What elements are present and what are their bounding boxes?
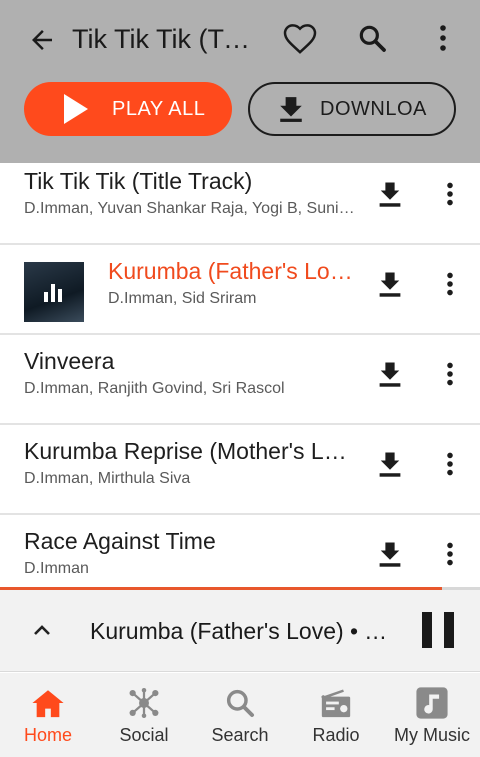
track-artists: D.Imman: [24, 560, 89, 577]
search-button[interactable]: [352, 18, 392, 58]
play-all-label: PLAY ALL: [112, 97, 206, 120]
track-title: Kurumba Reprise (Mother's Love): [24, 438, 358, 464]
track-row[interactable]: Kurumba Reprise (Mother's Love) D.Imman,…: [0, 425, 480, 515]
top-app-bar: Tik Tik Tik (Title Track): [0, 0, 480, 76]
album-header: Tik Tik Tik (Title Track) PLAY ALL DOWNL…: [0, 0, 480, 163]
arrow-left-icon: [32, 30, 52, 50]
now-playing-title: Kurumba (Father's Love) • Tik Tik Tik: [90, 618, 396, 644]
nav-label: Social: [119, 725, 169, 745]
mini-player[interactable]: Kurumba (Father's Love) • Tik Tik Tik: [0, 590, 480, 672]
more-vert-icon[interactable]: [440, 359, 460, 389]
back-button[interactable]: [22, 20, 62, 60]
download-icon[interactable]: [376, 539, 404, 569]
track-title: Race Against Time: [24, 528, 216, 554]
nav-search[interactable]: Search: [192, 673, 288, 757]
play-all-button[interactable]: PLAY ALL: [24, 82, 232, 136]
download-icon[interactable]: [376, 359, 404, 389]
nav-label: Radio: [312, 725, 360, 745]
social-icon: [126, 685, 162, 721]
home-icon: [30, 685, 66, 721]
track-title: Tik Tik Tik (Title Track): [24, 168, 253, 194]
more-vert-icon[interactable]: [440, 449, 460, 479]
more-vert-icon[interactable]: [440, 539, 460, 569]
nav-my-music[interactable]: My Music: [384, 673, 480, 757]
page-title: Tik Tik Tik (Title Track): [72, 24, 252, 54]
nav-social[interactable]: Social: [96, 673, 192, 757]
track-list: Tik Tik Tik (Title Track) D.Imman, Yuvan…: [0, 163, 480, 587]
pause-icon: [444, 612, 454, 648]
track-row[interactable]: Race Against Time D.Imman: [0, 515, 480, 587]
download-icon: [280, 97, 302, 122]
play-icon: [64, 94, 88, 124]
download-icon[interactable]: [376, 449, 404, 479]
track-artists: D.Imman, Ranjith Govind, Sri Rascol: [24, 380, 285, 397]
track-row[interactable]: Tik Tik Tik (Title Track) D.Imman, Yuvan…: [0, 163, 480, 245]
track-row[interactable]: Vinveera D.Imman, Ranjith Govind, Sri Ra…: [0, 335, 480, 425]
heart-outline-icon: [283, 24, 317, 54]
download-all-label: DOWNLOA: [320, 97, 427, 120]
track-title: Kurumba (Father's Love): [108, 258, 358, 284]
download-all-button[interactable]: DOWNLOA: [248, 82, 456, 136]
track-title: Vinveera: [24, 348, 115, 374]
nav-label: Home: [23, 725, 72, 745]
more-vert-icon: [440, 25, 446, 51]
nav-radio[interactable]: Radio: [288, 673, 384, 757]
nav-label: Search: [211, 725, 269, 745]
download-icon[interactable]: [376, 269, 404, 299]
track-row-playing[interactable]: Kurumba (Father's Love) D.Imman, Sid Sri…: [0, 245, 480, 335]
favorite-button[interactable]: [278, 16, 322, 60]
radio-icon: [318, 685, 354, 721]
music-note-icon: [414, 685, 450, 721]
pause-button[interactable]: [422, 612, 454, 648]
more-vert-icon[interactable]: [440, 179, 460, 209]
download-icon[interactable]: [376, 179, 404, 209]
bottom-navigation: Home Social Search Radio My Music: [0, 673, 480, 757]
equalizer-icon: [44, 282, 66, 302]
track-artists: D.Imman, Sid Sriram: [108, 290, 257, 307]
overflow-menu-button[interactable]: [428, 18, 458, 58]
pause-icon: [422, 612, 432, 648]
album-art-thumbnail: [24, 262, 84, 322]
track-artists: D.Imman, Yuvan Shankar Raja, Yogi B, Sun…: [24, 200, 358, 217]
nav-home[interactable]: Home: [0, 673, 96, 757]
more-vert-icon[interactable]: [440, 269, 460, 299]
search-icon: [359, 25, 386, 52]
chevron-up-icon[interactable]: [30, 618, 54, 642]
track-artists: D.Imman, Mirthula Siva: [24, 470, 191, 487]
search-icon: [222, 685, 258, 721]
nav-label: My Music: [394, 725, 470, 745]
